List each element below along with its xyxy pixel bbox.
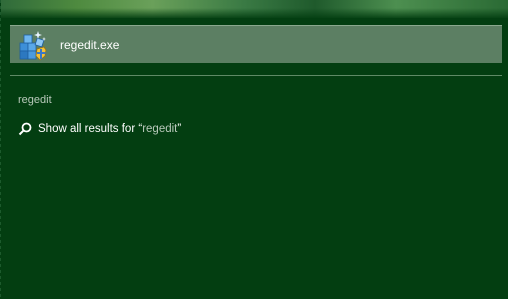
show-all-label: Show all results for “regedit” bbox=[38, 123, 181, 135]
result-extension: .exe bbox=[96, 37, 120, 52]
show-all-term: regedit bbox=[142, 123, 178, 135]
divider bbox=[10, 75, 502, 76]
search-panel: regedit.exe regedit Show all results for… bbox=[0, 0, 508, 299]
result-name: regedit bbox=[60, 37, 97, 52]
show-all-close-quote: ” bbox=[177, 123, 182, 135]
show-all-prefix: Show all results for bbox=[38, 123, 139, 135]
result-label: regedit.exe bbox=[60, 38, 119, 52]
search-icon bbox=[18, 122, 32, 136]
search-result-regedit[interactable]: regedit.exe bbox=[10, 25, 502, 63]
search-query-text: regedit bbox=[18, 94, 52, 106]
show-all-results-link[interactable]: Show all results for “regedit” bbox=[18, 122, 181, 136]
desktop-wallpaper-strip bbox=[0, 0, 508, 18]
registry-editor-icon bbox=[16, 29, 48, 61]
panel-edge bbox=[0, 0, 1, 299]
